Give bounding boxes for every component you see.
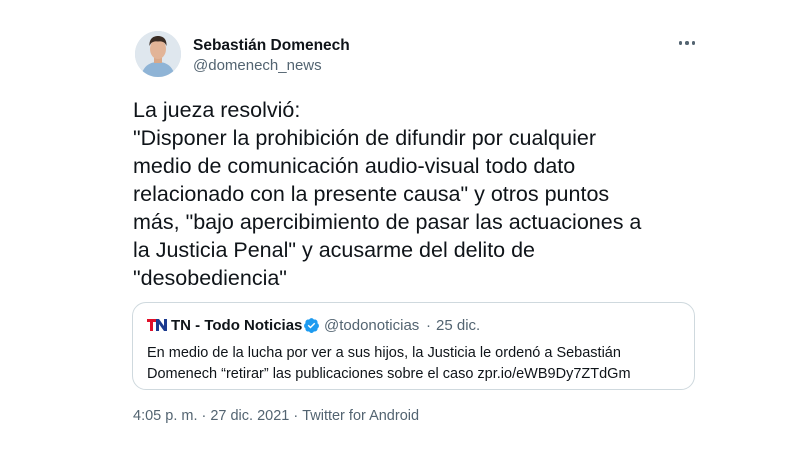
more-options-button[interactable]	[672, 33, 702, 53]
avatar[interactable]	[135, 31, 181, 77]
tweet-text-line: "desobediencia"	[133, 266, 287, 290]
tweet-source[interactable]: Twitter for Android	[302, 408, 419, 424]
quoted-author-name[interactable]: TN - Todo Noticias	[171, 317, 302, 334]
more-horizontal-icon	[678, 41, 683, 45]
tweet-text-line: "Disponer la prohibición de difundir por…	[133, 126, 596, 150]
meta-separator: ·	[201, 408, 207, 424]
tweet-text-line: más, "bajo apercibimiento de pasar las a…	[133, 210, 642, 234]
author-handle[interactable]: @domenech_news	[193, 57, 322, 74]
quoted-tweet[interactable]: TN - Todo Noticias @todonoticias · 25 di…	[132, 302, 695, 390]
tweet-date[interactable]: 27 dic. 2021	[210, 408, 289, 424]
tweet-card: Sebastián Domenech @domenech_news La jue…	[0, 0, 800, 449]
avatar-photo	[135, 31, 181, 77]
tweet-text-line: medio de comunicación audio-visual todo …	[133, 154, 576, 178]
tweet-text-line: relacionado con la presente causa" y otr…	[133, 182, 610, 206]
more-horizontal-icon	[685, 41, 689, 45]
quoted-author-handle[interactable]: @todonoticias	[324, 317, 419, 334]
tn-logo-icon	[147, 319, 167, 331]
quoted-separator: ·	[426, 317, 431, 334]
verified-badge-icon	[304, 318, 319, 333]
quoted-text-line: Domenech “retirar” las publicaciones sob…	[147, 366, 631, 382]
quoted-date[interactable]: 25 dic.	[436, 317, 480, 334]
tweet-time[interactable]: 4:05 p. m.	[133, 408, 197, 424]
tweet-text-line: la Justicia Penal" y acusarme del delito…	[133, 238, 536, 262]
tweet-meta: 4:05 p. m. · 27 dic. 2021 · Twitter for Andr…	[133, 408, 419, 424]
quoted-text: En medio de la lucha por ver a sus hijos…	[147, 343, 687, 385]
meta-separator: ·	[293, 408, 299, 424]
author-name[interactable]: Sebastián Domenech	[193, 37, 350, 55]
quoted-text-line: En medio de la lucha por ver a sus hijos…	[147, 345, 621, 361]
more-horizontal-icon	[691, 41, 696, 45]
tweet-text: La jueza resolvió: "Disponer la prohibic…	[133, 96, 693, 292]
tweet-text-line: La jueza resolvió:	[133, 98, 301, 122]
